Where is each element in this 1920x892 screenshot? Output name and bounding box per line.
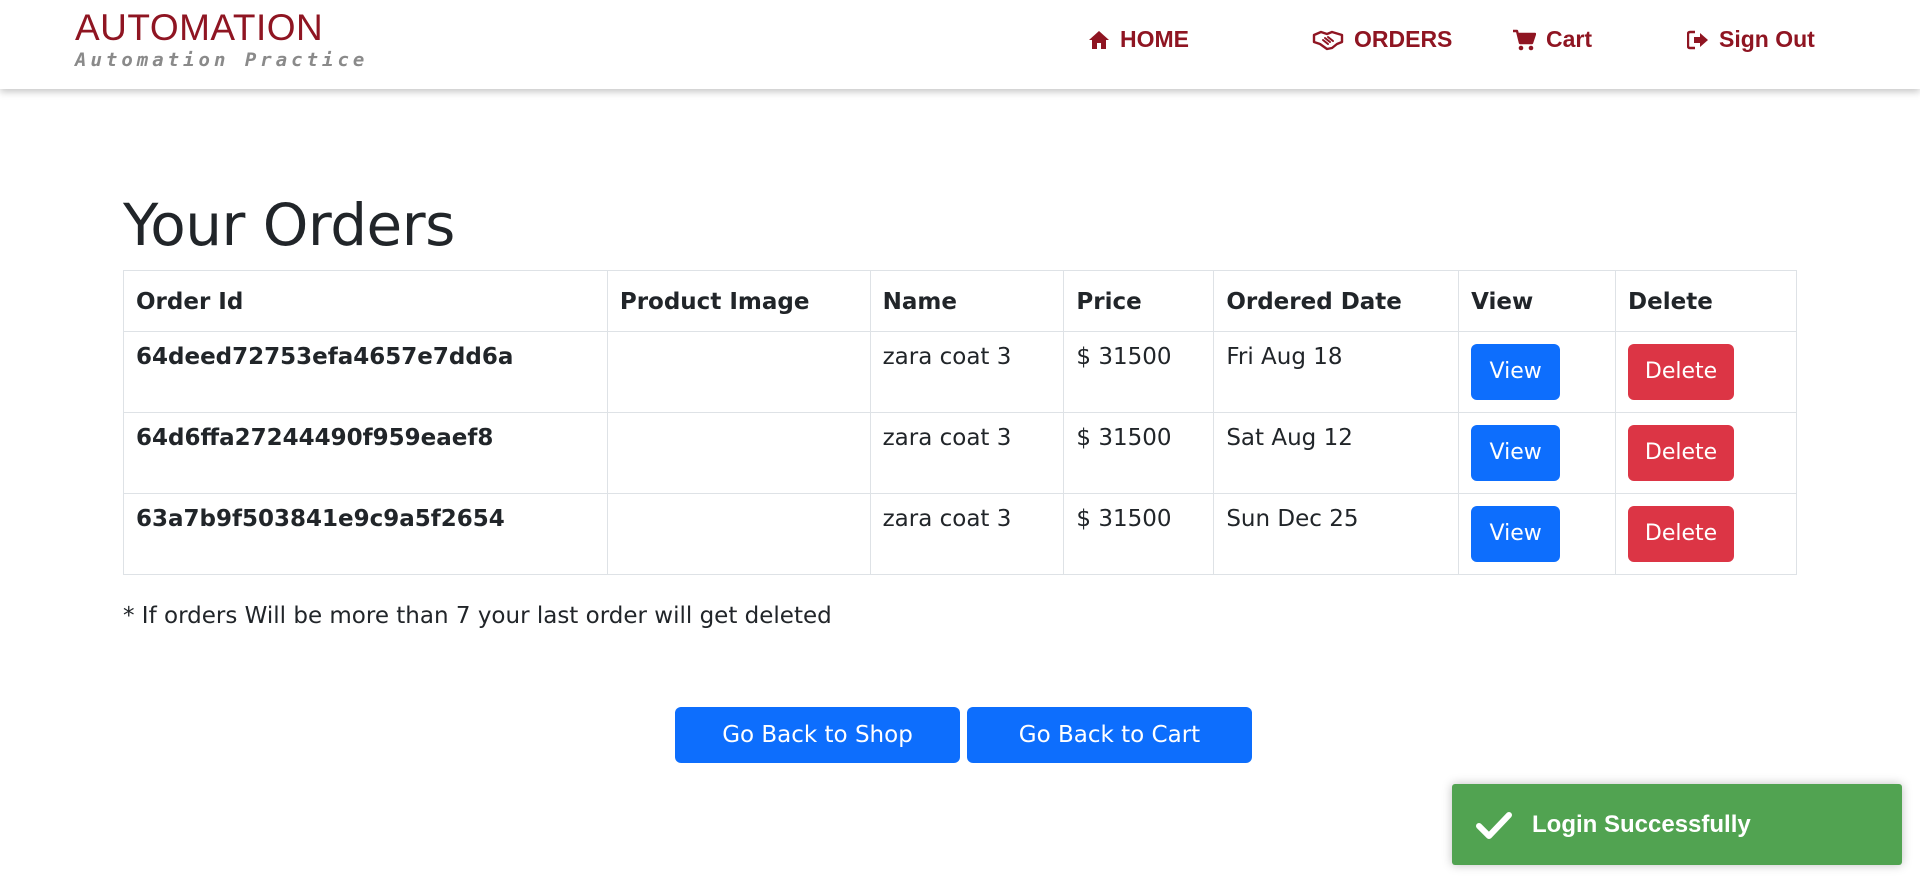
delete-button[interactable]: Delete: [1628, 344, 1735, 400]
toast-message: Login Successfully: [1532, 810, 1751, 838]
delete-button[interactable]: Delete: [1628, 506, 1735, 562]
view-button[interactable]: View: [1471, 425, 1561, 481]
delete-cell: Delete: [1615, 331, 1797, 413]
delete-cell: Delete: [1615, 493, 1797, 575]
column-header-view: View: [1458, 270, 1617, 332]
column-header-ordered-date: Ordered Date: [1213, 270, 1460, 332]
order-id-cell: 64deed72753efa4657e7dd6a: [123, 331, 608, 413]
ordered-date-cell: Sat Aug 12: [1213, 412, 1460, 494]
nav-home-label: HOME: [1120, 26, 1189, 52]
view-cell: View: [1458, 412, 1617, 494]
column-header-delete: Delete: [1615, 270, 1797, 332]
nav-signout-label: Sign Out: [1719, 26, 1815, 52]
page-title: Your Orders: [123, 191, 455, 259]
sign-out-icon: [1687, 30, 1708, 49]
column-header-product-image: Product Image: [606, 270, 871, 332]
home-icon: [1089, 30, 1109, 49]
go-back-to-cart-button[interactable]: Go Back to Cart: [967, 707, 1252, 763]
handshake-icon: [1312, 30, 1344, 50]
orders-table: Order Id Product Image Name Price Ordere…: [123, 270, 1797, 575]
order-id-cell: 63a7b9f503841e9c9a5f2654: [123, 493, 608, 575]
nav-cart-label: Cart: [1546, 26, 1593, 52]
nav-orders-button[interactable]: ORDERS: [1312, 26, 1452, 53]
navbar: AUTOMATION Automation Practice HOME ORDE…: [0, 0, 1920, 89]
table-row: 64deed72753efa4657e7dd6a zara coat 3 $ 3…: [123, 331, 1797, 413]
product-name-cell: zara coat 3: [869, 412, 1065, 494]
nav-orders-label: ORDERS: [1354, 26, 1453, 52]
login-success-toast[interactable]: Login Successfully: [1452, 784, 1902, 865]
price-cell: $ 31500: [1063, 493, 1215, 575]
table-row: 64d6ffa27244490f959eaef8 zara coat 3 $ 3…: [123, 412, 1797, 494]
view-button[interactable]: View: [1471, 506, 1561, 562]
brand-subtitle: Automation Practice: [75, 49, 369, 71]
column-header-order-id: Order Id: [123, 270, 608, 332]
delete-cell: Delete: [1615, 412, 1797, 494]
product-image-cell: [606, 331, 871, 413]
nav-home-button[interactable]: HOME: [1088, 26, 1189, 53]
ordered-date-cell: Sun Dec 25: [1213, 493, 1460, 575]
price-cell: $ 31500: [1063, 412, 1215, 494]
product-name-cell: zara coat 3: [869, 331, 1065, 413]
column-header-name: Name: [869, 270, 1065, 332]
product-name-cell: zara coat 3: [869, 493, 1065, 575]
view-cell: View: [1458, 331, 1617, 413]
brand-logo[interactable]: AUTOMATION Automation Practice: [75, 6, 368, 71]
nav-signout-button[interactable]: Sign Out: [1687, 26, 1815, 53]
orders-limit-note: * If orders Will be more than 7 your las…: [123, 603, 832, 629]
brand-title: AUTOMATION: [75, 7, 324, 48]
column-header-price: Price: [1063, 270, 1215, 332]
product-image-cell: [606, 493, 871, 575]
price-cell: $ 31500: [1063, 331, 1215, 413]
check-icon: [1476, 811, 1512, 839]
ordered-date-cell: Fri Aug 18: [1213, 331, 1460, 413]
go-back-to-shop-button[interactable]: Go Back to Shop: [675, 707, 960, 763]
table-header-row: Order Id Product Image Name Price Ordere…: [123, 270, 1797, 332]
nav-cart-button[interactable]: Cart: [1512, 26, 1592, 53]
view-button[interactable]: View: [1471, 344, 1561, 400]
table-row: 63a7b9f503841e9c9a5f2654 zara coat 3 $ 3…: [123, 493, 1797, 575]
delete-button[interactable]: Delete: [1628, 425, 1735, 481]
cart-icon: [1513, 29, 1536, 50]
view-cell: View: [1458, 493, 1617, 575]
product-image-cell: [606, 412, 871, 494]
order-id-cell: 64d6ffa27244490f959eaef8: [123, 412, 608, 494]
